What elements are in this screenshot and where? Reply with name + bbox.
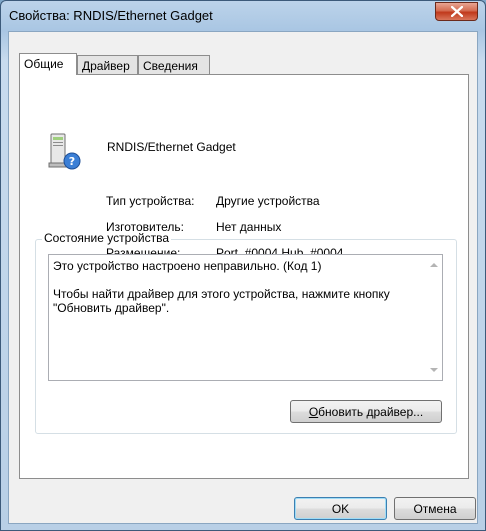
tab-details-label: Сведения [143,59,198,73]
update-driver-label: бновить драйвер... [318,404,424,419]
close-button[interactable] [435,2,478,21]
device-status-text: Это устройство настроено неправильно. (К… [53,259,390,315]
device-type-label: Тип устройства: [106,194,195,208]
unknown-device-icon: ? [45,132,85,175]
device-type-value: Другие устройства [216,194,320,208]
scroll-down-icon[interactable] [430,368,438,372]
tab-general-label: Общие [24,57,64,71]
update-driver-button[interactable]: Обновить драйвер... [290,400,442,423]
status-scrollbar[interactable] [425,255,442,380]
device-name: RNDIS/Ethernet Gadget [107,140,236,154]
ok-button[interactable]: OK [294,497,387,520]
tab-details[interactable]: Сведения [138,55,210,74]
update-driver-mnemonic: О [308,404,319,419]
tab-driver-label: Драйвер [82,59,130,73]
device-status-textbox[interactable]: Это устройство настроено неправильно. (К… [48,254,443,381]
properties-window: Свойства: RNDIS/Ethernet Gadget Общие Др… [0,0,486,531]
scroll-up-icon[interactable] [430,263,438,267]
ok-label: OK [331,501,350,516]
manufacturer-value: Нет данных [216,220,282,234]
window-title: Свойства: RNDIS/Ethernet Gadget [9,8,213,23]
svg-text:?: ? [69,155,75,168]
cancel-button[interactable]: Отмена [394,497,476,520]
cancel-label: Отмена [413,501,457,516]
device-status-group-label: Состояние устройства [42,231,172,245]
tab-driver[interactable]: Драйвер [77,55,138,74]
title-bar[interactable]: Свойства: RNDIS/Ethernet Gadget [1,1,485,31]
close-icon [450,6,463,17]
tab-general[interactable]: Общие [19,53,77,75]
